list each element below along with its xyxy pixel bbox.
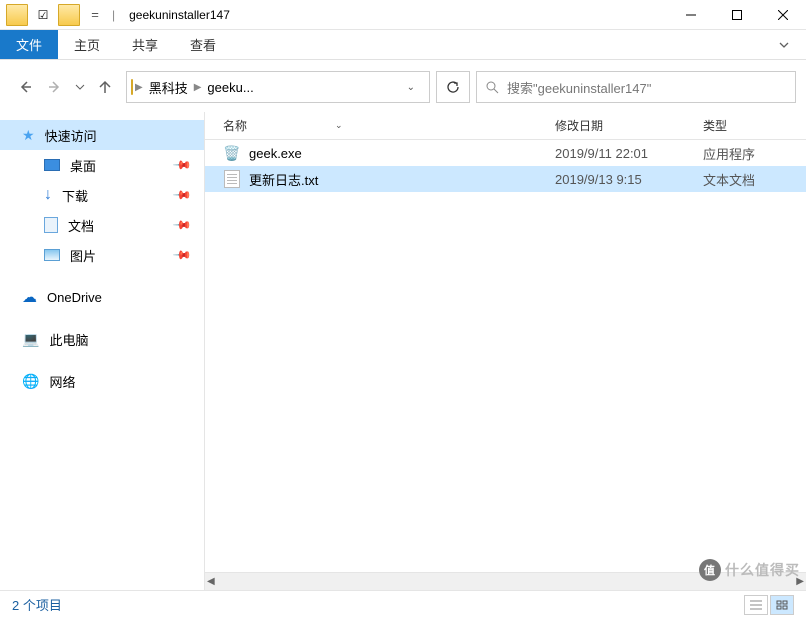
tab-file[interactable]: 文件 [0, 30, 58, 59]
forward-button[interactable] [44, 76, 66, 98]
history-dropdown[interactable] [74, 76, 86, 98]
picture-icon [44, 249, 60, 261]
column-type[interactable]: 类型 [703, 117, 806, 134]
watermark: 值 什么值得买 [699, 559, 800, 581]
file-type: 文本文档 [703, 170, 806, 189]
folder-icon [58, 4, 80, 26]
sidebar: ★ 快速访问 桌面 📌 ↓ 下载 📌 文档 📌 图片 📌 ☁ OneDrive [0, 112, 205, 590]
search-input[interactable]: 搜索"geekuninstaller147" [476, 71, 796, 103]
breadcrumb-item[interactable]: geeku... [203, 80, 257, 95]
file-date: 2019/9/11 22:01 [555, 146, 703, 161]
network-icon: 🌐 [22, 373, 39, 390]
navbar: ▶ 黑科技 ▶ geeku... ⌄ 搜索"geekuninstaller147… [10, 68, 796, 106]
file-date: 2019/9/13 9:15 [555, 172, 703, 187]
tab-view[interactable]: 查看 [174, 30, 232, 59]
sidebar-quick-access[interactable]: ★ 快速访问 [0, 120, 204, 150]
expand-ribbon-button[interactable] [762, 30, 806, 59]
star-icon: ★ [22, 127, 35, 144]
column-date[interactable]: 修改日期 [555, 117, 703, 134]
download-icon: ↓ [44, 186, 52, 204]
desktop-icon [44, 159, 60, 171]
sidebar-item-pictures[interactable]: 图片 📌 [0, 240, 204, 270]
sidebar-label: 快速访问 [45, 126, 97, 145]
up-button[interactable] [94, 76, 116, 98]
search-icon [485, 80, 499, 94]
status-item-count: 2 个项目 [12, 595, 62, 614]
file-name: 更新日志.txt [249, 170, 318, 189]
scroll-left-icon[interactable]: ◀ [207, 576, 215, 587]
quick-access-toolbar: ☑ = [0, 4, 106, 26]
main-area: ★ 快速访问 桌面 📌 ↓ 下载 📌 文档 📌 图片 📌 ☁ OneDrive [0, 112, 806, 590]
address-bar[interactable]: ▶ 黑科技 ▶ geeku... ⌄ [126, 71, 430, 103]
refresh-button[interactable] [436, 71, 470, 103]
sidebar-item-onedrive[interactable]: ☁ OneDrive [0, 282, 204, 312]
file-type: 应用程序 [703, 144, 806, 163]
pin-icon: 📌 [172, 155, 192, 175]
sidebar-item-network[interactable]: 🌐 网络 [0, 366, 204, 396]
back-button[interactable] [14, 76, 36, 98]
sort-indicator: ⌄ [335, 120, 343, 131]
address-dropdown[interactable]: ⌄ [397, 82, 425, 93]
status-bar: 2 个项目 [0, 590, 806, 618]
sidebar-label: 图片 [70, 246, 96, 265]
sidebar-label: 下载 [62, 186, 88, 205]
pin-icon: 📌 [172, 185, 192, 205]
divider: | [112, 8, 115, 22]
txt-icon [223, 170, 241, 188]
pin-icon: 📌 [172, 245, 192, 265]
exe-icon: 🗑️ [223, 144, 241, 162]
column-name[interactable]: 名称 ⌄ [205, 117, 555, 134]
qat-item[interactable]: ☑ [32, 4, 54, 26]
view-details-button[interactable] [744, 595, 768, 615]
file-list: 🗑️ geek.exe 2019/9/11 22:01 应用程序 更新日志.tx… [205, 140, 806, 572]
qat-dropdown[interactable]: = [84, 4, 106, 26]
titlebar: ☑ = | geekuninstaller147 [0, 0, 806, 30]
cloud-icon: ☁ [22, 288, 37, 306]
close-button[interactable] [760, 0, 806, 30]
doc-icon [44, 217, 58, 233]
sidebar-item-desktop[interactable]: 桌面 📌 [0, 150, 204, 180]
column-headers: 名称 ⌄ 修改日期 类型 [205, 112, 806, 140]
window-title: geekuninstaller147 [129, 8, 230, 22]
tab-home[interactable]: 主页 [58, 30, 116, 59]
pc-icon: 💻 [22, 331, 39, 348]
sidebar-label: 桌面 [70, 156, 96, 175]
file-row[interactable]: 更新日志.txt 2019/9/13 9:15 文本文档 [205, 166, 806, 192]
ribbon: 文件 主页 共享 查看 [0, 30, 806, 60]
maximize-button[interactable] [714, 0, 760, 30]
sidebar-label: OneDrive [47, 290, 102, 305]
folder-icon [6, 4, 28, 26]
breadcrumb-separator: ▶ [133, 82, 145, 93]
sidebar-label: 此电脑 [49, 330, 88, 349]
breadcrumb-separator: ▶ [192, 82, 204, 93]
sidebar-label: 文档 [68, 216, 94, 235]
file-row[interactable]: 🗑️ geek.exe 2019/9/11 22:01 应用程序 [205, 140, 806, 166]
sidebar-label: 网络 [49, 372, 75, 391]
pin-icon: 📌 [172, 215, 192, 235]
sidebar-item-documents[interactable]: 文档 📌 [0, 210, 204, 240]
file-name: geek.exe [249, 146, 302, 161]
tab-share[interactable]: 共享 [116, 30, 174, 59]
sidebar-item-thispc[interactable]: 💻 此电脑 [0, 324, 204, 354]
sidebar-item-downloads[interactable]: ↓ 下载 📌 [0, 180, 204, 210]
minimize-button[interactable] [668, 0, 714, 30]
breadcrumb-item[interactable]: 黑科技 [145, 78, 192, 97]
search-placeholder: 搜索"geekuninstaller147" [507, 78, 651, 97]
content-pane: 名称 ⌄ 修改日期 类型 🗑️ geek.exe 2019/9/11 22:01… [205, 112, 806, 590]
view-icons-button[interactable] [770, 595, 794, 615]
